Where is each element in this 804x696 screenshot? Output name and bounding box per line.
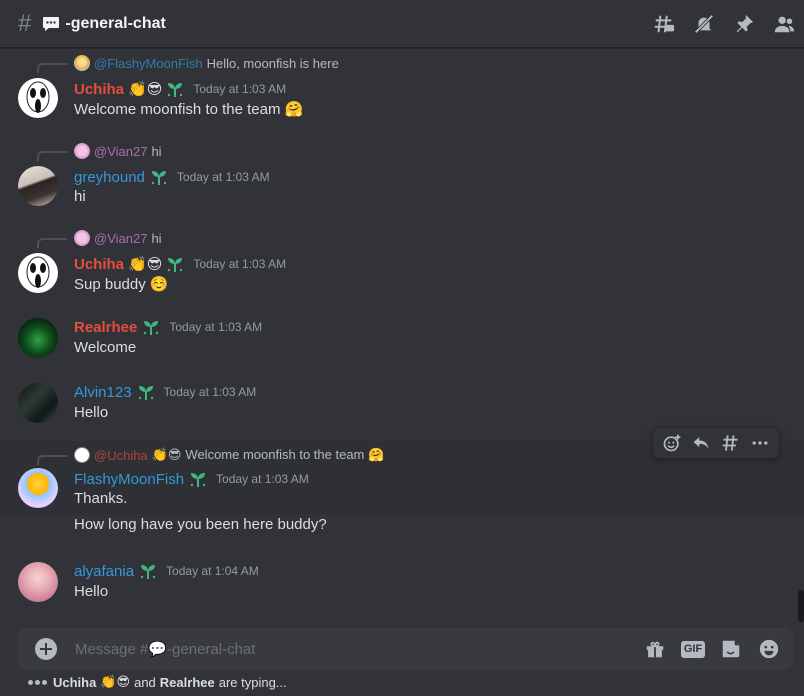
message-text: Welcome moonfish to the team 🤗	[74, 101, 304, 118]
reply-author[interactable]: @Vian27	[94, 231, 147, 246]
timestamp: Today at 1:04 AM	[166, 564, 259, 578]
reply-author[interactable]: @Uchiha	[94, 448, 148, 463]
sprout-badge-icon	[151, 171, 167, 185]
add-reaction-icon[interactable]	[660, 431, 684, 455]
avatar[interactable]	[18, 468, 58, 508]
reply-text: hi	[151, 143, 162, 159]
reply-connector	[37, 63, 67, 73]
reply-preview[interactable]: @Uchiha 👏😎 Welcome moonfish to the team …	[74, 447, 384, 463]
message-list[interactable]: @FlashyMoonFish Hello, moonfish is here …	[0, 49, 804, 624]
message-item[interactable]: @Vian27 hi greyhound Today at 1:03 AM hi	[0, 137, 804, 212]
reply-author-emoji: 👏😎	[151, 447, 182, 462]
typing-user: Realrhee	[159, 674, 215, 690]
author-emoji: 👏😎	[128, 81, 163, 98]
gif-button[interactable]: GIF	[680, 637, 706, 661]
add-attachment-icon[interactable]	[35, 638, 57, 660]
reply-connector	[37, 151, 67, 161]
sprout-badge-icon	[190, 473, 206, 487]
reply-author[interactable]: @FlashyMoonFish	[94, 56, 203, 71]
timestamp: Today at 1:03 AM	[216, 472, 309, 486]
message-composer: GIF	[18, 628, 793, 670]
avatar[interactable]	[18, 253, 58, 293]
author-name[interactable]: Realrhee	[74, 319, 137, 336]
avatar[interactable]	[18, 78, 58, 118]
avatar[interactable]	[18, 562, 58, 602]
typing-user: Uchiha	[53, 674, 97, 690]
timestamp: Today at 1:03 AM	[163, 385, 257, 399]
reply-icon[interactable]	[689, 431, 713, 455]
pin-icon[interactable]	[732, 12, 756, 36]
typing-dots-icon	[28, 679, 47, 685]
author-name[interactable]: FlashyMoonFish	[74, 471, 184, 488]
message-text: How long have you been here buddy?	[74, 516, 327, 533]
sticker-icon[interactable]	[719, 637, 743, 661]
sprout-badge-icon	[168, 83, 183, 97]
gif-label: GIF	[680, 640, 706, 658]
message-actions-bar	[652, 427, 780, 459]
typing-indicator: Uchiha 👏😎 and Realrhee are typing...	[28, 674, 287, 690]
typing-suffix: are typing...	[218, 674, 287, 690]
speech-bubble-icon	[43, 16, 60, 31]
reply-preview[interactable]: @Vian27 hi	[74, 143, 162, 159]
message-text: hi	[74, 188, 86, 205]
message-text: Hello	[74, 404, 109, 421]
sprout-badge-icon	[140, 565, 156, 579]
avatar[interactable]	[18, 318, 58, 358]
reply-avatar	[74, 230, 90, 246]
avatar[interactable]	[18, 383, 58, 423]
channel-header: # -general-chat	[0, 0, 804, 48]
reply-connector	[37, 238, 67, 248]
reply-connector	[37, 455, 67, 465]
message-text: Sup buddy ☺️	[74, 276, 169, 293]
threads-icon[interactable]	[652, 12, 676, 36]
reply-author[interactable]: @Vian27	[94, 144, 147, 159]
sprout-badge-icon	[144, 321, 159, 335]
message-input[interactable]	[75, 640, 615, 658]
typing-connector: and	[134, 674, 156, 690]
message-item[interactable]: alyafania Today at 1:04 AM Hello	[0, 555, 804, 609]
author-name[interactable]: Uchiha	[74, 256, 124, 273]
reply-preview[interactable]: @Vian27 hi	[74, 230, 162, 246]
author-name[interactable]: alyafania	[74, 563, 134, 580]
author-name[interactable]: Uchiha	[74, 81, 124, 98]
emoji-picker-icon[interactable]	[757, 637, 781, 661]
author-emoji: 👏😎	[128, 256, 163, 273]
reply-text: hi	[151, 230, 162, 246]
sprout-badge-icon	[168, 258, 183, 272]
message-text: Thanks.	[74, 490, 128, 507]
message-item[interactable]: Realrhee Today at 1:03 AM Welcome	[0, 311, 804, 365]
avatar[interactable]	[18, 166, 58, 206]
message-item[interactable]: How long have you been here buddy?	[0, 514, 804, 540]
timestamp: Today at 1:03 AM	[193, 257, 287, 271]
reply-avatar	[74, 143, 90, 159]
mute-bell-icon[interactable]	[692, 12, 716, 36]
reply-text: Welcome moonfish to the team 🤗	[185, 447, 385, 462]
create-thread-icon[interactable]	[719, 431, 743, 455]
scrollbar-thumb[interactable]	[798, 590, 804, 622]
sprout-badge-icon	[138, 386, 153, 400]
author-name[interactable]: Alvin123	[74, 384, 132, 401]
member-list-icon[interactable]	[772, 12, 796, 36]
message-item[interactable]: Alvin123 Today at 1:03 AM Hello	[0, 376, 804, 430]
typing-user-emoji: 👏😎	[100, 674, 131, 689]
message-text: Welcome	[74, 339, 137, 356]
reply-avatar	[74, 447, 90, 463]
gift-icon[interactable]	[643, 637, 667, 661]
more-options-icon[interactable]	[748, 431, 772, 455]
timestamp: Today at 1:03 AM	[169, 320, 263, 334]
reply-text: Hello, moonfish is here	[206, 55, 339, 71]
timestamp: Today at 1:03 AM	[176, 170, 270, 184]
message-item[interactable]: @FlashyMoonFish Hello, moonfish is here …	[0, 49, 804, 124]
author-name[interactable]: greyhound	[74, 169, 145, 186]
message-item[interactable]: @Vian27 hi Uchiha 👏😎 Today at 1:03 AM Su…	[0, 224, 804, 299]
reply-avatar	[74, 55, 90, 71]
message-text: Hello	[74, 583, 109, 600]
reply-preview[interactable]: @FlashyMoonFish Hello, moonfish is here	[74, 55, 339, 71]
timestamp: Today at 1:03 AM	[193, 82, 287, 96]
channel-title: -general-chat	[65, 14, 166, 32]
hash-icon: #	[18, 9, 32, 37]
